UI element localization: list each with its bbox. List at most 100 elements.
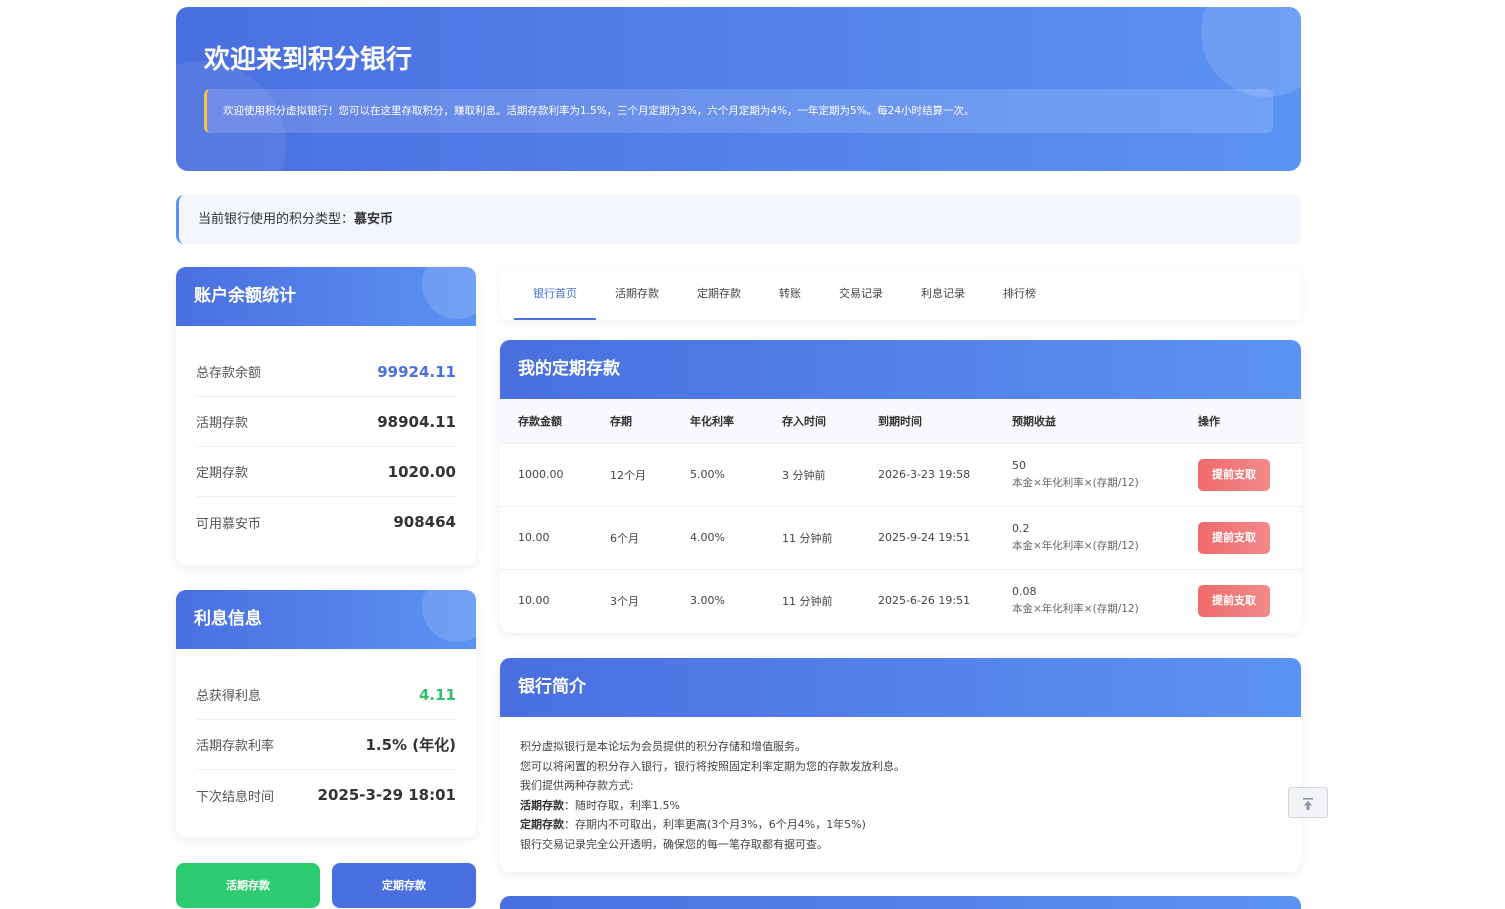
col-deposit-time: 存入时间 — [782, 414, 826, 428]
bank-intro-title: 银行简介 — [518, 677, 586, 697]
interest-card-title: 利息信息 — [194, 609, 262, 629]
stat-value: 4.11 — [418, 685, 456, 704]
balance-card-title: 账户余额统计 — [194, 286, 296, 306]
cell-term: 3个月 — [592, 568, 672, 632]
table-row: 10.00 6个月 4.00% 11 分钟前 2025-9-24 19:51 0… — [500, 505, 1301, 569]
back-to-top-icon[interactable] — [1288, 787, 1328, 818]
stat-value: 98904.11 — [377, 412, 456, 431]
page: 欢迎来到积分银行 欢迎使用积分虚拟银行！您可以在这里存取积分，赚取利息。活期存款… — [0, 0, 1505, 909]
stat-total-balance: 总存款余额 99924.11 — [196, 347, 456, 397]
next-card-header — [500, 896, 1301, 909]
fixed-deposits-header: 我的定期存款 — [500, 340, 1301, 399]
cell-rate: 3.00% — [672, 568, 764, 632]
cell-expected-earn: 0.08 本金×年化利率×(存期/12) — [994, 568, 1180, 632]
stat-value: 1020.00 — [387, 462, 456, 481]
page-title: 欢迎来到积分银行 — [204, 45, 413, 75]
cell-due-time: 2026-3-23 19:58 — [860, 442, 994, 506]
fixed-deposits-table: 存款金额 存期 年化利率 存入时间 到期时间 预期收益 操作 1000.00 1… — [500, 399, 1301, 632]
stat-demand-rate: 活期存款利率 1.5% (年化) — [196, 720, 456, 770]
demand-deposit-button[interactable]: 活期存款 — [176, 863, 320, 908]
intro-fixed-label: 定期存款 — [520, 818, 564, 831]
stat-value: 2025-3-29 18:01 — [317, 786, 456, 804]
welcome-notice: 欢迎使用积分虚拟银行！您可以在这里存取积分，赚取利息。活期存款利率为1.5%，三… — [204, 89, 1273, 133]
tab-fixed-deposit[interactable]: 定期存款 — [678, 268, 760, 320]
stat-label: 可用慕安币 — [196, 516, 262, 532]
points-type-label: 当前银行使用的积分类型： — [198, 212, 355, 227]
stat-label: 总获得利息 — [196, 689, 262, 704]
cell-rate: 5.00% — [672, 442, 764, 506]
bank-intro-card: 银行简介 积分虚拟银行是本论坛为会员提供的积分存储和增值服务。 您可以将闲置的积… — [500, 658, 1301, 872]
early-withdraw-button[interactable]: 提前支取 — [1198, 584, 1270, 617]
col-amount: 存款金额 — [518, 414, 562, 428]
col-due-time: 到期时间 — [878, 414, 922, 428]
intro-fixed-text: ：存期内不可取出，利率更高(3个月3%，6个月4%，1年5%) — [564, 818, 866, 831]
cell-action: 提前支取 — [1180, 505, 1301, 569]
fixed-deposits-title: 我的定期存款 — [518, 359, 620, 379]
interest-card-header: 利息信息 — [176, 590, 476, 649]
fixed-deposit-button[interactable]: 定期存款 — [332, 863, 476, 908]
intro-line: 银行交易记录完全公开透明，确保您的每一笔存取都有据可查。 — [520, 837, 828, 851]
cell-deposit-time: 11 分钟前 — [764, 505, 860, 569]
intro-line: 您可以将闲置的积分存入银行，银行将按照固定利率定期为您的存款发放利息。 — [520, 759, 905, 773]
balance-card: 账户余额统计 总存款余额 99924.11 活期存款 98904.11 定期存款… — [176, 267, 476, 566]
cell-deposit-time: 3 分钟前 — [764, 442, 860, 506]
stat-label: 活期存款 — [196, 416, 249, 431]
arrow-up-icon — [1303, 797, 1313, 810]
stat-value: 99924.11 — [377, 362, 456, 381]
cell-action: 提前支取 — [1180, 442, 1301, 506]
early-withdraw-button[interactable]: 提前支取 — [1198, 521, 1270, 554]
cell-due-time: 2025-9-24 19:51 — [860, 505, 994, 569]
earn-value: 0.08 — [1012, 585, 1037, 599]
interest-card: 利息信息 总获得利息 4.11 活期存款利率 1.5% (年化) 下次结息时间 … — [176, 590, 476, 838]
tab-leaderboard[interactable]: 排行榜 — [984, 268, 1055, 320]
tab-transactions[interactable]: 交易记录 — [820, 268, 902, 320]
decor-circle — [422, 267, 476, 319]
earn-value: 0.2 — [1012, 522, 1030, 535]
cell-term: 6个月 — [592, 505, 672, 569]
stat-label: 总存款余额 — [196, 366, 262, 381]
cell-term: 12个月 — [592, 442, 672, 506]
stat-total-interest: 总获得利息 4.11 — [196, 670, 456, 720]
balance-card-header: 账户余额统计 — [176, 267, 476, 326]
intro-fixed-line: 定期存款：存期内不可取出，利率更高(3个月3%，6个月4%，1年5%) — [520, 815, 1281, 835]
stat-value: 908464 — [393, 513, 456, 531]
earn-formula: 本金×年化利率×(存期/12) — [1012, 477, 1139, 489]
stat-next-settlement: 下次结息时间 2025-3-29 18:01 — [196, 770, 456, 820]
stat-label: 活期存款利率 — [196, 739, 275, 754]
stat-fixed-deposit: 定期存款 1020.00 — [196, 447, 456, 497]
cell-amount: 10.00 — [500, 568, 592, 632]
bank-intro-header: 银行简介 — [500, 658, 1301, 717]
points-type-bar: 当前银行使用的积分类型：慕安币 — [176, 195, 1301, 244]
cell-deposit-time: 11 分钟前 — [764, 568, 860, 632]
cell-expected-earn: 0.2 本金×年化利率×(存期/12) — [994, 505, 1180, 569]
tab-interest-records[interactable]: 利息记录 — [902, 268, 984, 320]
cell-due-time: 2025-6-26 19:51 — [860, 568, 994, 632]
table-row: 10.00 3个月 3.00% 11 分钟前 2025-6-26 19:51 0… — [500, 568, 1301, 632]
table-header-row: 存款金额 存期 年化利率 存入时间 到期时间 预期收益 操作 — [500, 399, 1301, 443]
decor-circle — [1201, 7, 1301, 97]
earn-value: 50 — [1012, 459, 1026, 472]
stat-label: 下次结息时间 — [196, 789, 275, 805]
col-expected-earn: 预期收益 — [1012, 414, 1056, 428]
welcome-banner: 欢迎来到积分银行 欢迎使用积分虚拟银行！您可以在这里存取积分，赚取利息。活期存款… — [176, 7, 1301, 171]
stat-value: 1.5% (年化) — [365, 736, 456, 754]
col-term: 存期 — [610, 414, 632, 428]
intro-line: 我们提供两种存款方式: — [520, 779, 634, 792]
tab-bank-home[interactable]: 银行首页 — [514, 268, 596, 320]
intro-demand-text: ：随时存取，利率1.5% — [564, 798, 680, 812]
cell-amount: 10.00 — [500, 505, 592, 569]
intro-line: 积分虚拟银行是本论坛为会员提供的积分存储和增值服务。 — [520, 740, 806, 753]
col-rate: 年化利率 — [690, 414, 734, 428]
intro-demand-line: 活期存款：随时存取，利率1.5% — [520, 796, 1281, 816]
decor-circle — [422, 590, 476, 642]
col-action: 操作 — [1198, 414, 1220, 428]
nav-tabs: 银行首页 活期存款 定期存款 转账 交易记录 利息记录 排行榜 — [500, 268, 1301, 320]
stat-label: 定期存款 — [196, 466, 249, 481]
tab-demand-deposit[interactable]: 活期存款 — [596, 268, 678, 320]
tab-transfer[interactable]: 转账 — [760, 268, 820, 320]
cell-rate: 4.00% — [672, 505, 764, 569]
intro-demand-label: 活期存款 — [520, 798, 564, 812]
points-type-value: 慕安币 — [354, 212, 394, 227]
early-withdraw-button[interactable]: 提前支取 — [1198, 458, 1270, 491]
bank-intro-body: 积分虚拟银行是本论坛为会员提供的积分存储和增值服务。 您可以将闲置的积分存入银行… — [500, 717, 1301, 872]
